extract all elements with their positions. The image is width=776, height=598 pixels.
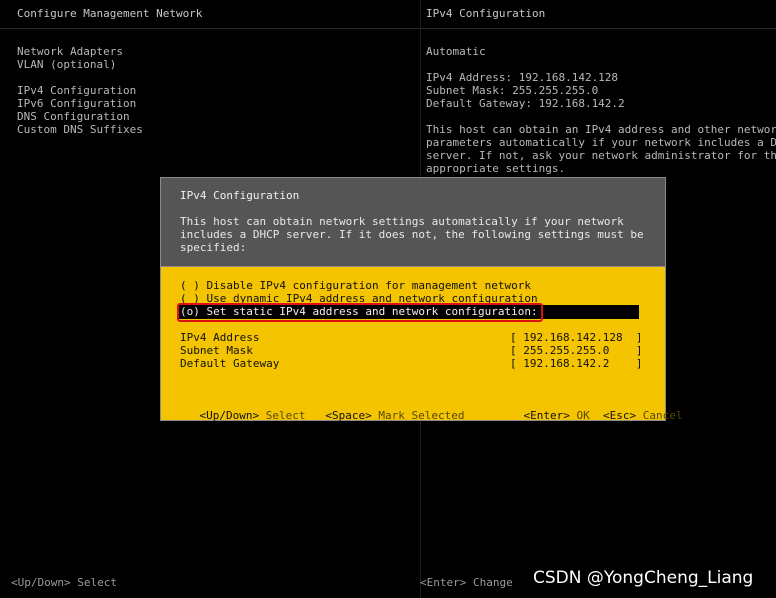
subnet-mask-field[interactable]: [ 255.255.255.0 ] [510, 344, 642, 357]
menu-item-dns[interactable]: DNS Configuration [17, 110, 130, 123]
ipv4-address-info: IPv4 Address: 192.168.142.128 [426, 71, 619, 84]
header-divider [0, 28, 776, 29]
status-left: <Up/Down> Select [11, 576, 117, 589]
default-gateway-field[interactable]: [ 192.168.142.2 ] [510, 357, 642, 370]
info-description-line: parameters automatically if your network… [426, 136, 776, 149]
dialog-description-line: specified: [180, 241, 247, 254]
dialog-footer-right: <Enter> OK <Esc> Cancel [497, 396, 683, 435]
ipv4-configuration-dialog: IPv4 Configuration This host can obtain … [160, 177, 682, 422]
left-pane-title: Configure Management Network [17, 7, 203, 20]
action-mark-selected: Mark Selected [378, 409, 465, 422]
option-disable-ipv4[interactable]: ( ) Disable IPv4 configuration for manag… [180, 279, 531, 292]
menu-item-vlan[interactable]: VLAN (optional) [17, 58, 116, 71]
ipv4-address-label: IPv4 Address [180, 331, 260, 344]
ok-action[interactable]: OK [576, 409, 589, 422]
key-esc[interactable]: <Esc> [603, 409, 636, 422]
dialog-footer: <Up/Down> Select <Space> Mark Selected [173, 396, 465, 435]
menu-item-network-adapters[interactable]: Network Adapters [17, 45, 123, 58]
ipv4-mode: Automatic [426, 45, 486, 58]
action-select: Select [265, 409, 306, 422]
right-pane-title: IPv4 Configuration [426, 7, 546, 20]
info-description-line: This host can obtain an IPv4 address and… [426, 123, 776, 136]
status-right: <Enter> Change [420, 576, 513, 589]
dialog-description-line: includes a DHCP server. If it does not, … [180, 228, 644, 241]
default-gateway-label: Default Gateway [180, 357, 280, 370]
watermark: CSDN @YongCheng_Liang [533, 568, 754, 588]
annotation-highlight-box [177, 303, 543, 322]
gateway-info: Default Gateway: 192.168.142.2 [426, 97, 625, 110]
key-enter[interactable]: <Enter> [524, 409, 570, 422]
key-space: <Space> [325, 409, 372, 422]
cancel-action[interactable]: Cancel [643, 409, 683, 422]
subnet-mask-label: Subnet Mask [180, 344, 253, 357]
dialog-header: IPv4 Configuration This host can obtain … [161, 178, 665, 267]
menu-item-ipv6[interactable]: IPv6 Configuration [17, 97, 136, 110]
key-up-down: <Up/Down> [199, 409, 260, 422]
ipv4-address-field[interactable]: [ 192.168.142.128 ] [510, 331, 642, 344]
subnet-mask-info: Subnet Mask: 255.255.255.0 [426, 84, 599, 97]
menu-item-ipv4[interactable]: IPv4 Configuration [17, 84, 136, 97]
info-description-line: server. If not, ask your network adminis… [426, 149, 776, 162]
info-description-line: appropriate settings. [426, 162, 566, 175]
dialog-description-line: This host can obtain network settings au… [180, 215, 624, 228]
dialog-title: IPv4 Configuration [180, 189, 300, 202]
menu-item-dns-suffixes[interactable]: Custom DNS Suffixes [17, 123, 143, 136]
